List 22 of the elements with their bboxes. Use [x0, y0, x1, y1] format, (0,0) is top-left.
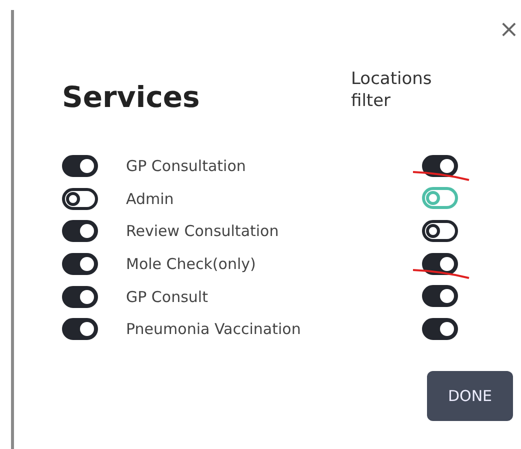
- service-toggle[interactable]: [62, 318, 98, 340]
- service-label: Review Consultation: [126, 222, 280, 240]
- service-toggle[interactable]: [62, 188, 98, 210]
- service-label: GP Consultation: [126, 157, 247, 176]
- close-button[interactable]: ×: [498, 16, 519, 42]
- column-heading: Locations filter: [351, 68, 431, 113]
- service-toggle[interactable]: [62, 220, 98, 242]
- location-toggle[interactable]: [422, 318, 458, 340]
- service-toggle[interactable]: [62, 155, 98, 178]
- service-toggle[interactable]: [62, 253, 98, 276]
- service-label: Pneumonia Vaccination: [126, 320, 302, 338]
- done-button[interactable]: DONE: [427, 370, 513, 421]
- location-toggle[interactable]: [422, 285, 458, 308]
- location-toggle[interactable]: [422, 252, 458, 275]
- service-label: GP Consult: [126, 288, 209, 306]
- location-toggle[interactable]: [422, 187, 458, 210]
- location-toggle[interactable]: [422, 154, 458, 177]
- dialog-title: Services: [62, 80, 200, 114]
- location-toggle[interactable]: [422, 220, 458, 242]
- service-toggle[interactable]: [62, 286, 98, 308]
- service-label: Mole Check(only): [126, 255, 257, 274]
- service-label: Admin: [126, 190, 175, 208]
